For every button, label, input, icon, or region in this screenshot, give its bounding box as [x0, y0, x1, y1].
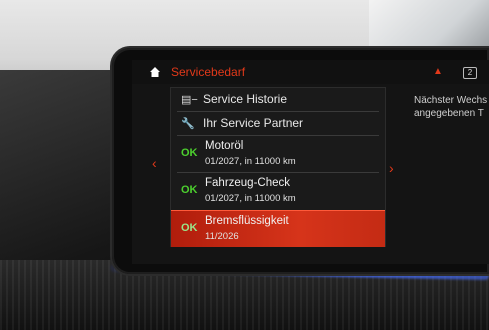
- side-line-1: Nächster Wechs: [414, 95, 488, 106]
- infotainment-screen: Servicebedarf ▲ 2 ‹ › ▤− Service Histori…: [132, 60, 489, 264]
- status-ok: OK: [181, 147, 198, 159]
- side-line-2: angegebenen T: [414, 108, 484, 119]
- vehicle-history-icon: ▤−: [181, 94, 198, 106]
- top-bar: Servicebedarf ▲ 2: [132, 60, 489, 84]
- page-badge: 2: [463, 67, 477, 79]
- item-detail: 11/2026: [205, 231, 239, 242]
- page-title: Servicebedarf: [171, 65, 246, 79]
- menu-item-service-history[interactable]: ▤− Service Historie: [171, 88, 385, 111]
- item-name: Motoröl: [205, 140, 244, 152]
- list-item-fahrzeug-check[interactable]: OK Fahrzeug-Check 01/2027, in 11000 km: [171, 173, 385, 209]
- chevron-left-icon[interactable]: ‹: [152, 155, 157, 171]
- list-item-bremsfluessigkeit[interactable]: OK Bremsflüssigkeit 11/2026: [171, 210, 385, 247]
- side-panel-text: Nächster Wechs angegebenen T: [414, 94, 489, 120]
- service-list: ▤− Service Historie 🔧 Ihr Service Partne…: [170, 87, 386, 247]
- item-detail: 01/2027, in 11000 km: [205, 156, 296, 167]
- chevron-up-icon[interactable]: ▲: [433, 66, 443, 77]
- wrench-icon: 🔧: [181, 118, 195, 130]
- item-detail: 01/2027, in 11000 km: [205, 193, 296, 204]
- home-icon[interactable]: [150, 67, 160, 77]
- menu-item-service-partner[interactable]: 🔧 Ihr Service Partner: [171, 112, 385, 135]
- menu-item-label: Service Historie: [203, 92, 288, 106]
- status-ok: OK: [181, 184, 198, 196]
- list-item-motoroel[interactable]: OK Motoröl 01/2027, in 11000 km: [171, 136, 385, 172]
- menu-item-label: Ihr Service Partner: [203, 116, 304, 130]
- chevron-right-icon[interactable]: ›: [389, 160, 394, 176]
- status-ok: OK: [181, 222, 198, 234]
- item-name: Fahrzeug-Check: [205, 177, 291, 189]
- item-name: Bremsflüssigkeit: [205, 215, 289, 227]
